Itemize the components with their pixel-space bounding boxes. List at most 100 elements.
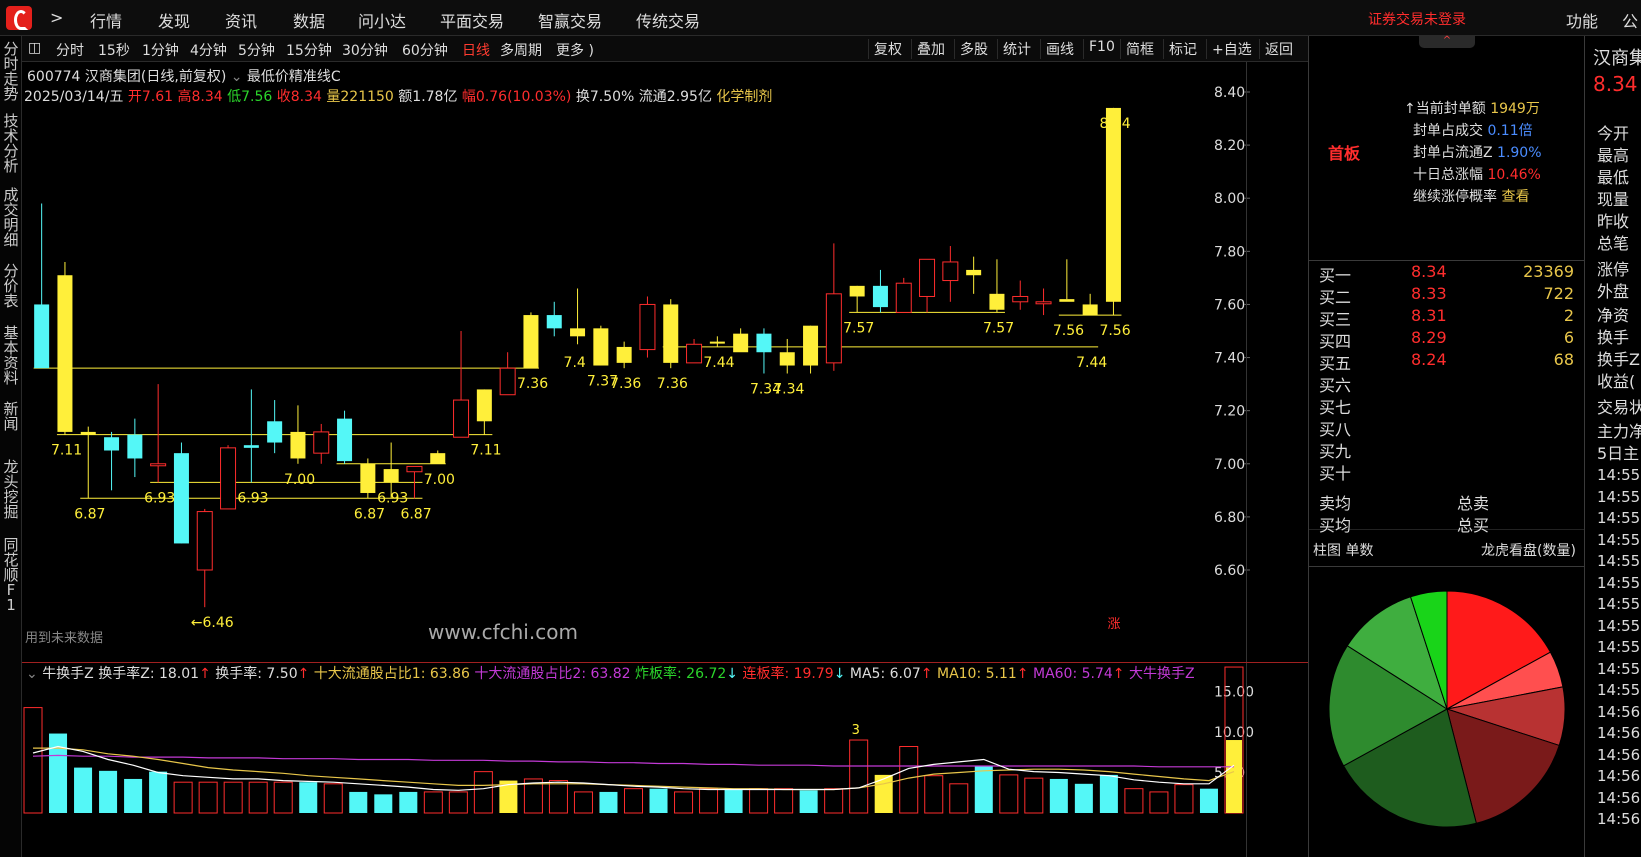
- menu-smart-trade[interactable]: 智赢交易: [538, 8, 602, 32]
- ind-top10-1: 十大流通股占比1: 63.86: [313, 666, 470, 682]
- turnover-bar: [1149, 791, 1169, 814]
- tool-draw-line[interactable]: 画线: [1040, 39, 1079, 59]
- turnover-bar: [273, 781, 293, 814]
- function-menu[interactable]: 功能: [1566, 8, 1598, 32]
- trade-time: 14:56: [1597, 767, 1641, 785]
- toggle-panel-icon[interactable]: ◫: [28, 40, 41, 56]
- price-tick-label: 7.40: [1214, 351, 1245, 367]
- menu-classic-trade[interactable]: 传统交易: [636, 8, 700, 32]
- detail-label: 收益(: [1597, 372, 1636, 391]
- bid-row-5[interactable]: 买五 8.24 68: [1319, 350, 1574, 373]
- vnav-leader-mining[interactable]: 龙头挖掘: [2, 460, 20, 520]
- dragon-tiger-pie[interactable]: [1321, 583, 1581, 843]
- price-label: 6.87: [400, 506, 431, 522]
- bid-row-7[interactable]: 买七: [1319, 394, 1574, 417]
- tool-add-watchlist[interactable]: +自选: [1206, 39, 1257, 59]
- candle-body: [313, 431, 330, 454]
- tab-bar-chart[interactable]: 柱图: [1313, 543, 1341, 559]
- bid-price: 8.33: [1411, 284, 1447, 303]
- price-label: 7.36: [657, 376, 688, 392]
- period-1m[interactable]: 1分钟: [142, 40, 179, 60]
- vnav-f1[interactable]: 同花顺F1: [2, 538, 20, 613]
- menu-data[interactable]: 数据: [293, 8, 325, 32]
- arrow-up-icon: ↑: [297, 666, 310, 682]
- vnav-intraday[interactable]: 分时走势: [2, 42, 20, 102]
- period-4m[interactable]: 4分钟: [190, 40, 227, 60]
- kline-chart[interactable]: 8.40 8.20 8.00 7.80 7.60 7.40 7.20 7.00 6.80 6.60…: [22, 62, 1308, 857]
- price-tick-label: 6.60: [1214, 563, 1245, 579]
- period-toolbar: ◫ 分时 15秒 1分钟 4分钟 5分钟 15分钟 30分钟 60分钟 日线 多…: [22, 36, 1308, 62]
- menu-discover[interactable]: 发现: [158, 8, 190, 32]
- turnover-bar: [374, 794, 393, 813]
- turnover-bar: [99, 770, 118, 813]
- price-tick-label: 7.00: [1214, 457, 1245, 473]
- menu-flat-trade[interactable]: 平面交易: [440, 8, 504, 32]
- period-daily[interactable]: 日线: [462, 40, 490, 60]
- dragon-tiger-title[interactable]: 龙虎看盘(数量): [1481, 540, 1576, 560]
- bid-label: 买六: [1319, 376, 1352, 395]
- tool-adjust[interactable]: 复权: [868, 39, 907, 59]
- tool-back[interactable]: 返回: [1259, 39, 1298, 59]
- trade-time: 14:55: [1597, 681, 1641, 699]
- tool-f10[interactable]: F10: [1083, 39, 1120, 59]
- indicator-toggle-icon[interactable]: ⌄: [26, 666, 38, 682]
- bid-row-1[interactable]: 买一 8.34 23369: [1319, 262, 1574, 285]
- candle-body: [570, 328, 586, 337]
- view-link[interactable]: 查看: [1501, 189, 1529, 205]
- period-60m[interactable]: 60分钟: [402, 40, 448, 60]
- tool-overlay[interactable]: 叠加: [911, 39, 950, 59]
- candle-body: [383, 469, 399, 483]
- tool-statistics[interactable]: 统计: [997, 39, 1036, 59]
- period-more[interactable]: 更多 ): [556, 40, 594, 60]
- collapse-up-icon[interactable]: ^: [1419, 36, 1475, 48]
- vnav-fundamentals[interactable]: 基本资料: [2, 326, 20, 386]
- trade-time: 14:55: [1597, 530, 1641, 549]
- login-status[interactable]: 证券交易未登录: [1368, 9, 1466, 29]
- nav-expand-arrow[interactable]: >: [50, 8, 63, 27]
- app-logo-icon[interactable]: [6, 6, 32, 30]
- candle-body: [243, 445, 259, 448]
- tool-multi-stock[interactable]: 多股: [954, 39, 993, 59]
- menu-news[interactable]: 资讯: [225, 8, 257, 32]
- tool-mark[interactable]: 标记: [1163, 39, 1202, 59]
- bid-row-9[interactable]: 买九: [1319, 438, 1574, 461]
- vnav-technical[interactable]: 技术分析: [2, 114, 20, 174]
- bid-row-3[interactable]: 买三 8.31 2: [1319, 306, 1574, 329]
- candle-body: [406, 465, 423, 473]
- price-tick-label: 7.20: [1214, 404, 1245, 420]
- period-multi[interactable]: 多周期: [500, 40, 542, 60]
- menu-wenxiaoda[interactable]: 问小达: [358, 8, 406, 32]
- indicator-name[interactable]: 牛换手Z: [42, 666, 94, 682]
- period-15s[interactable]: 15秒: [98, 40, 130, 60]
- bid-row-10[interactable]: 买十: [1319, 460, 1574, 483]
- period-intraday[interactable]: 分时: [56, 40, 84, 60]
- trade-time: 14:56: [1597, 788, 1641, 807]
- bid-row-8[interactable]: 买八: [1319, 416, 1574, 439]
- bid-row-4[interactable]: 买四 8.29 6: [1319, 328, 1574, 351]
- bid-row-6[interactable]: 买六: [1319, 372, 1574, 395]
- bid-row-2[interactable]: 买二 8.33 722: [1319, 284, 1574, 307]
- vnav-price-table[interactable]: 分价表: [2, 264, 20, 309]
- vnav-trade-detail[interactable]: 成交明细: [2, 188, 20, 248]
- candle-body: [34, 304, 50, 369]
- vnav-news[interactable]: 新闻: [2, 402, 20, 432]
- menu-market[interactable]: 行情: [90, 8, 122, 32]
- turnover-bar: [749, 788, 769, 814]
- notice-menu[interactable]: 公: [1622, 8, 1638, 32]
- period-5m[interactable]: 5分钟: [238, 40, 275, 60]
- total-buy-label: 总买: [1457, 516, 1490, 535]
- turnover-bar: [248, 781, 268, 814]
- turnover-bar: [124, 778, 143, 813]
- candle-body: [453, 399, 470, 438]
- candle-body: [849, 285, 865, 297]
- divider: [1309, 260, 1584, 261]
- bid-volume: 2: [1563, 306, 1574, 325]
- top-menu-bar: > 行情 发现 资讯 数据 问小达 平面交易 智赢交易 传统交易 证券交易未登录…: [0, 0, 1641, 36]
- stat-label: ↑当前封单额: [1404, 101, 1486, 117]
- turnover-bar: [299, 782, 318, 813]
- tool-simple-frame[interactable]: 简框: [1120, 39, 1159, 59]
- tab-order-count[interactable]: 单数: [1345, 543, 1373, 559]
- period-30m[interactable]: 30分钟: [342, 40, 388, 60]
- period-15m[interactable]: 15分钟: [286, 40, 332, 60]
- price-label: ←6.46: [191, 615, 234, 631]
